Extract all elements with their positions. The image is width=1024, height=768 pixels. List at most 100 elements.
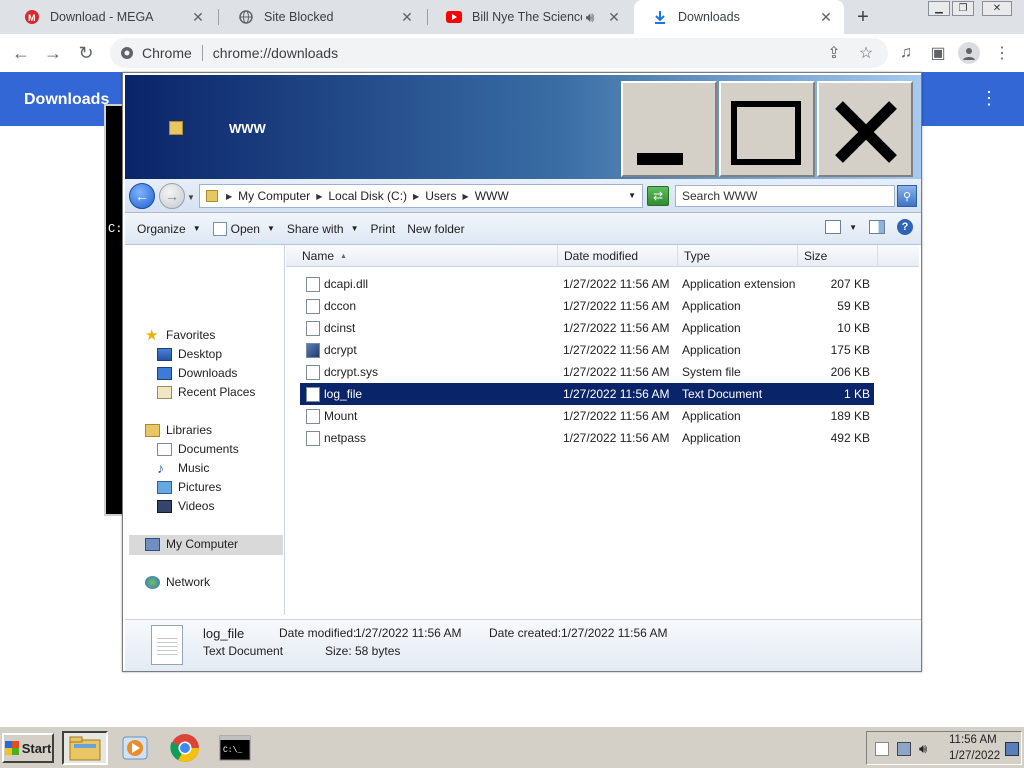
- file-row[interactable]: dcapi.dll 1/27/2022 11:56 AM Application…: [300, 273, 874, 295]
- search-input[interactable]: Search WWW: [675, 185, 895, 207]
- nav-downloads[interactable]: Downloads: [157, 366, 237, 380]
- breadcrumb-www[interactable]: WWW: [475, 189, 509, 203]
- nav-network[interactable]: Network: [145, 575, 210, 589]
- nav-libraries[interactable]: Libraries: [145, 423, 212, 437]
- tab-mega[interactable]: M Download - MEGA ✕: [6, 0, 216, 34]
- chevron-right-icon[interactable]: ▶: [413, 192, 419, 201]
- chevron-down-icon[interactable]: ▼: [628, 191, 636, 200]
- more-menu-icon[interactable]: ⋮: [992, 43, 1012, 63]
- svg-text:M: M: [28, 13, 36, 23]
- action-center-flag-icon[interactable]: [875, 742, 889, 756]
- side-panel-icon[interactable]: ▣: [928, 43, 948, 63]
- more-menu-icon[interactable]: ⋮: [980, 88, 998, 109]
- chevron-down-icon[interactable]: ▼: [849, 223, 857, 232]
- reload-icon[interactable]: ↻: [75, 42, 97, 64]
- breadcrumb-my-computer[interactable]: My Computer: [238, 189, 310, 203]
- search-icon[interactable]: ⚲: [897, 185, 917, 207]
- speaker-icon[interactable]: 🔊︎: [582, 9, 598, 25]
- title-bar[interactable]: WWW: [125, 75, 921, 179]
- back-arrow-icon[interactable]: ←: [10, 42, 32, 64]
- history-dropdown-icon[interactable]: ▼: [187, 193, 195, 202]
- start-button[interactable]: Start: [2, 733, 54, 763]
- clock-date[interactable]: 1/27/2022: [949, 750, 1000, 762]
- file-row[interactable]: dcrypt 1/27/2022 11:56 AM Application 17…: [300, 339, 874, 361]
- nav-label: Documents: [178, 442, 239, 456]
- column-size[interactable]: Size: [798, 245, 878, 267]
- tab-downloads[interactable]: Downloads ✕: [634, 0, 844, 34]
- taskbar-media-player[interactable]: [112, 731, 158, 765]
- views-icon[interactable]: [825, 220, 842, 234]
- column-type[interactable]: Type: [678, 245, 798, 267]
- nav-desktop[interactable]: Desktop: [157, 347, 222, 361]
- breadcrumb-local-disk[interactable]: Local Disk (C:): [328, 189, 407, 203]
- divider: [201, 45, 203, 61]
- file-type: Text Document: [682, 387, 763, 401]
- file-row-selected[interactable]: log_file 1/27/2022 11:56 AM Text Documen…: [300, 383, 874, 405]
- print-button[interactable]: Print: [371, 222, 396, 236]
- media-control-icon[interactable]: ♫: [896, 43, 916, 63]
- breadcrumb[interactable]: ▶ My Computer ▶ Local Disk (C:) ▶ Users …: [199, 184, 643, 208]
- maximize-button[interactable]: [719, 81, 815, 177]
- help-icon[interactable]: ?: [897, 219, 913, 235]
- chevron-right-icon[interactable]: ▶: [226, 192, 232, 201]
- explorer-window: WWW ← → ▼ ▶ My Computer ▶ Local Disk (C:…: [122, 72, 922, 672]
- close-icon[interactable]: ✕: [190, 9, 206, 25]
- share-icon[interactable]: ⇪: [824, 43, 844, 63]
- show-desktop-icon[interactable]: [1005, 742, 1019, 756]
- folder-icon: [69, 736, 101, 761]
- share-with-button[interactable]: Share with ▼: [287, 222, 359, 236]
- close-icon[interactable]: ✕: [399, 9, 415, 25]
- new-folder-button[interactable]: New folder: [407, 222, 464, 236]
- bookmark-star-icon[interactable]: ☆: [856, 43, 876, 63]
- breadcrumb-users[interactable]: Users: [425, 189, 456, 203]
- nav-favorites[interactable]: ★ Favorites: [145, 328, 215, 343]
- chevron-right-icon[interactable]: ▶: [316, 192, 322, 201]
- column-label: Name: [302, 249, 335, 263]
- nav-videos[interactable]: Videos: [157, 499, 214, 513]
- close-icon[interactable]: ✕: [818, 9, 834, 25]
- profile-avatar-icon[interactable]: [958, 42, 980, 64]
- minimize-button[interactable]: [621, 81, 717, 177]
- open-button[interactable]: Open ▼: [212, 221, 275, 236]
- file-size: 59 KB: [837, 299, 870, 313]
- back-button[interactable]: ←: [129, 183, 155, 209]
- forward-button[interactable]: →: [159, 183, 185, 209]
- taskbar-cmd[interactable]: C:\_: [212, 731, 258, 765]
- window-minimize-button[interactable]: ▁: [928, 1, 950, 16]
- file-type: Application extension: [682, 277, 796, 291]
- close-button[interactable]: [817, 81, 913, 177]
- column-name[interactable]: Name ▲: [296, 245, 558, 267]
- nav-my-computer[interactable]: My Computer: [145, 537, 238, 551]
- volume-icon[interactable]: 🔊︎: [919, 742, 933, 756]
- close-icon[interactable]: ✕: [606, 9, 622, 25]
- file-row[interactable]: dccon 1/27/2022 11:56 AM Application 59 …: [300, 295, 874, 317]
- nav-music[interactable]: ♪ Music: [157, 461, 209, 476]
- tab-bill-nye[interactable]: Bill Nye The Science Guy 🔊︎ ✕: [428, 0, 632, 34]
- organize-button[interactable]: Organize ▼: [137, 222, 201, 236]
- column-date-modified[interactable]: Date modified: [558, 245, 678, 267]
- chevron-down-icon: ▼: [192, 224, 201, 233]
- window-close-button[interactable]: ✕: [982, 1, 1012, 16]
- taskbar-explorer[interactable]: [62, 731, 108, 765]
- nav-documents[interactable]: Documents: [157, 442, 239, 456]
- refresh-button[interactable]: ⇄: [647, 186, 669, 206]
- nav-pictures[interactable]: Pictures: [157, 480, 221, 494]
- nav-recent-places[interactable]: Recent Places: [157, 385, 255, 399]
- file-row[interactable]: dcrypt.sys 1/27/2022 11:56 AM System fil…: [300, 361, 874, 383]
- new-tab-button[interactable]: +: [852, 6, 874, 28]
- detail-date-created: 1/27/2022 11:56 AM: [561, 626, 668, 640]
- network-icon[interactable]: [897, 742, 911, 756]
- window-restore-button[interactable]: ❐: [952, 1, 974, 16]
- address-bar[interactable]: Chrome chrome://downloads: [110, 38, 888, 68]
- tab-site-blocked[interactable]: Site Blocked ✕: [220, 0, 425, 34]
- chevron-right-icon[interactable]: ▶: [463, 192, 469, 201]
- preview-pane-icon[interactable]: [869, 220, 885, 234]
- file-name: dcrypt.sys: [324, 365, 379, 379]
- console-window[interactable]: [104, 104, 124, 516]
- file-row[interactable]: dcinst 1/27/2022 11:56 AM Application 10…: [300, 317, 874, 339]
- file-row[interactable]: Mount 1/27/2022 11:56 AM Application 189…: [300, 405, 874, 427]
- taskbar-chrome[interactable]: [162, 731, 208, 765]
- clock-time[interactable]: 11:56 AM: [949, 734, 997, 746]
- file-row[interactable]: netpass 1/27/2022 11:56 AM Application 4…: [300, 427, 874, 449]
- forward-arrow-icon[interactable]: →: [42, 42, 64, 64]
